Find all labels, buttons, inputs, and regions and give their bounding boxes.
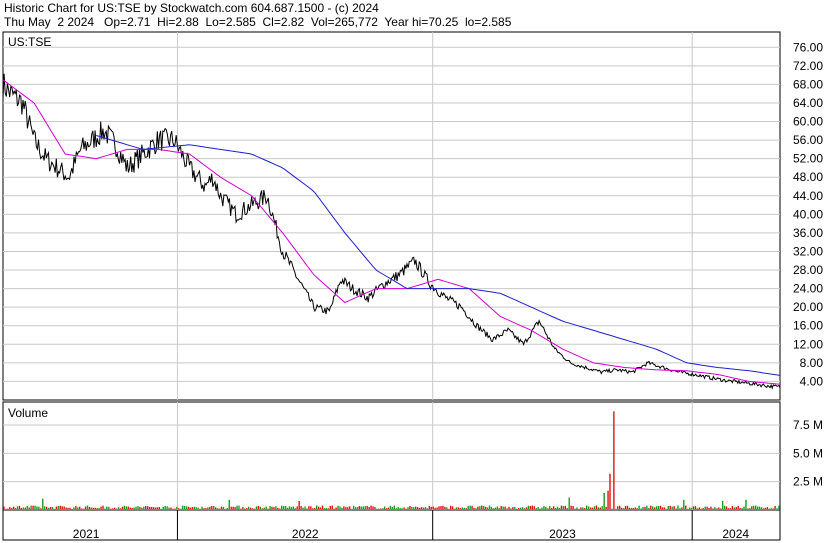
volume-panel-frame	[2, 401, 781, 511]
price-tick-label: 40.00	[793, 207, 823, 221]
price-tick-label: 44.00	[793, 189, 823, 203]
price-tick-label: 28.00	[793, 263, 823, 277]
price-volume-chart: 76.00 72.00 68.00 64.00 60.00 56.00 52.00 48.00…	[2, 31, 824, 541]
price-tick-label: 72.00	[793, 59, 823, 73]
year-label: 2023	[549, 527, 576, 541]
price-tick-label: 52.00	[793, 152, 823, 166]
price-tick-label: 32.00	[793, 244, 823, 258]
year-label: 2021	[73, 527, 100, 541]
price-tick-label: 24.00	[793, 282, 823, 296]
symbol-label: US:TSE	[8, 35, 51, 49]
price-tick-label: 16.00	[793, 319, 823, 333]
price-tick-label: 4.00	[800, 374, 824, 388]
price-tick-label: 20.00	[793, 300, 823, 314]
price-tick-label: 76.00	[793, 40, 823, 54]
price-tick-label: 48.00	[793, 170, 823, 184]
price-tick-label: 60.00	[793, 115, 823, 129]
volume-tick-label: 2.5 M	[793, 475, 823, 489]
volume-tick-label: 5.0 M	[793, 446, 823, 460]
date-axis-frame	[2, 509, 781, 541]
volume-label: Volume	[8, 406, 48, 420]
price-tick-label: 64.00	[793, 96, 823, 110]
volume-tick-label: 7.5 M	[793, 418, 823, 432]
year-label: 2024	[722, 527, 749, 541]
price-tick-label: 68.00	[793, 77, 823, 91]
price-tick-label: 8.00	[800, 356, 824, 370]
price-tick-label: 36.00	[793, 226, 823, 240]
price-tick-label: 12.00	[793, 337, 823, 351]
price-tick-label: 56.00	[793, 133, 823, 147]
year-label: 2022	[292, 527, 319, 541]
